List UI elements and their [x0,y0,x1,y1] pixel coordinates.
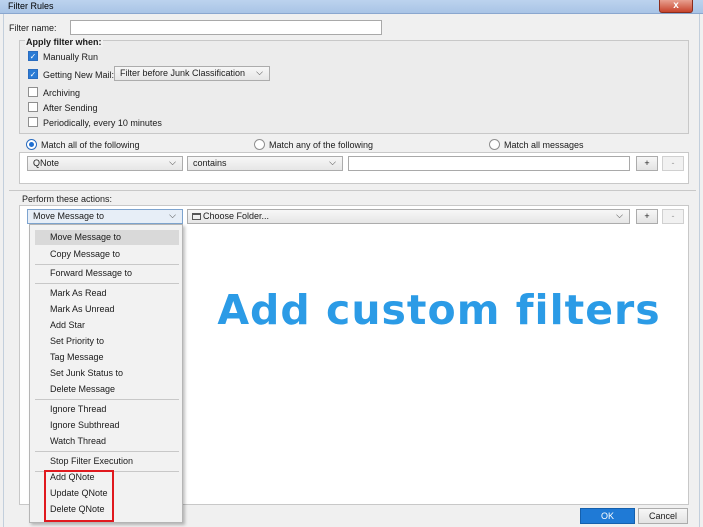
add-condition-button[interactable]: + [636,156,658,171]
title-bar: Filter Rules x [0,0,703,14]
condition-field-value: QNote [33,158,60,168]
action-type-value: Move Message to [33,211,105,221]
chevron-down-icon: ⌵ [169,157,176,167]
dialog-body: Filter name: Apply filter when: ✓ Manual… [3,14,700,527]
action-type-dropdown[interactable]: Move Message to ⌵ [27,209,183,224]
menu-item-tag-message[interactable]: Tag Message [30,350,182,365]
qnote-highlight-box [44,470,114,522]
menu-separator [35,451,179,452]
menu-item-mark-as-read[interactable]: Mark As Read [30,286,182,301]
filter-name-label: Filter name: [9,23,57,33]
menu-item-set-junk-status[interactable]: Set Junk Status to [30,366,182,381]
condition-operator-dropdown[interactable]: contains ⌵ [187,156,343,171]
close-icon: x [673,0,679,11]
chevron-down-icon: ⌵ [616,210,623,220]
apply-filter-heading: Apply filter when: [25,37,103,47]
match-all-radio[interactable] [26,139,37,150]
menu-item-delete-message[interactable]: Delete Message [30,382,182,397]
match-any-radio[interactable] [254,139,265,150]
check-icon: ✓ [29,52,37,61]
chevron-down-icon: ⌵ [329,157,336,167]
match-all-label: Match all of the following [41,140,140,150]
chevron-down-icon: ⌵ [169,210,176,220]
after-sending-label: After Sending [43,103,98,113]
condition-operator-value: contains [193,158,227,168]
check-icon: ✓ [29,70,37,79]
add-action-button[interactable]: + [636,209,658,224]
promo-banner: Add custom filters [217,286,661,334]
perform-actions-label: Perform these actions: [22,194,113,204]
menu-item-add-star[interactable]: Add Star [30,318,182,333]
chevron-down-icon: ⌵ [256,67,263,77]
match-any-label: Match any of the following [269,140,374,150]
menu-item-move-message[interactable]: Move Message to [35,230,179,245]
target-folder-value: Choose Folder... [203,211,270,221]
periodically-checkbox[interactable] [28,117,38,127]
filter-name-input[interactable] [70,20,382,35]
condition-field-dropdown[interactable]: QNote ⌵ [27,156,183,171]
archiving-label: Archiving [43,88,81,98]
window-title: Filter Rules [8,1,54,11]
match-all-messages-radio[interactable] [489,139,500,150]
condition-value-input[interactable] [348,156,630,171]
menu-item-watch-thread[interactable]: Watch Thread [30,434,182,449]
menu-item-forward-message[interactable]: Forward Message to [30,266,182,281]
junk-timing-value: Filter before Junk Classification [120,68,246,78]
match-all-messages-label: Match all messages [504,140,584,150]
periodically-label: Periodically, every 10 minutes [43,118,162,128]
target-folder-dropdown[interactable]: Choose Folder... ⌵ [187,209,630,224]
remove-action-button[interactable]: - [662,209,684,224]
action-type-menu: Move Message to Copy Message to Forward … [29,224,183,523]
menu-item-ignore-subthread[interactable]: Ignore Subthread [30,418,182,433]
menu-separator [35,283,179,284]
remove-condition-button[interactable]: - [662,156,684,171]
manually-run-checkbox[interactable]: ✓ [28,51,38,61]
section-divider [9,190,696,191]
folder-icon [192,213,201,220]
archiving-checkbox[interactable] [28,87,38,97]
menu-item-set-priority[interactable]: Set Priority to [30,334,182,349]
getting-new-mail-checkbox[interactable]: ✓ [28,69,38,79]
junk-timing-dropdown[interactable]: Filter before Junk Classification ⌵ [114,66,270,81]
menu-separator [35,399,179,400]
menu-item-mark-as-unread[interactable]: Mark As Unread [30,302,182,317]
menu-item-stop-filter-execution[interactable]: Stop Filter Execution [30,454,182,469]
cancel-button[interactable]: Cancel [638,508,688,524]
after-sending-checkbox[interactable] [28,102,38,112]
menu-item-ignore-thread[interactable]: Ignore Thread [30,402,182,417]
menu-item-copy-message[interactable]: Copy Message to [30,247,182,262]
manually-run-label: Manually Run [43,52,99,62]
ok-button[interactable]: OK [580,508,635,524]
close-button[interactable]: x [659,0,693,13]
getting-new-mail-label: Getting New Mail: [43,70,115,80]
menu-separator [35,264,179,265]
